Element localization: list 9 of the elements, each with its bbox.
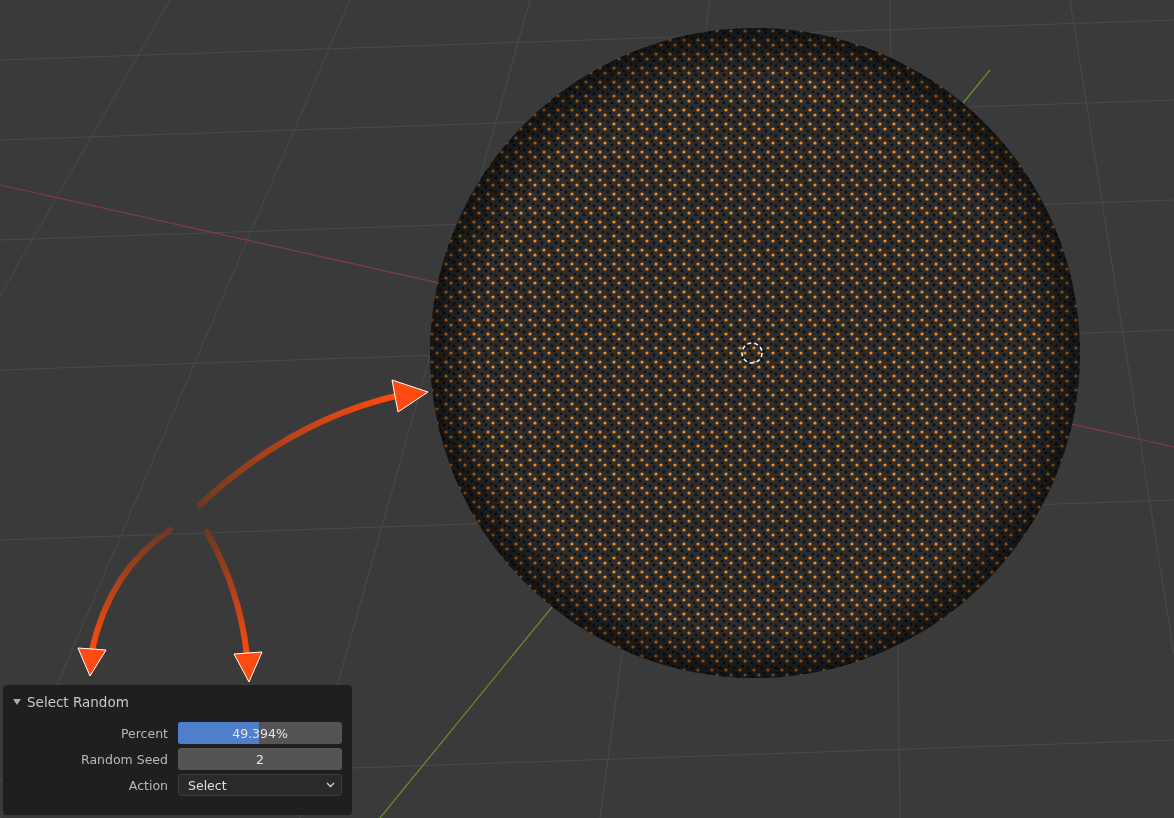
disclosure-triangle-icon[interactable] [13,698,21,706]
action-dropdown[interactable]: Select [178,774,342,796]
field-label: Percent [119,725,168,741]
object-origin-icon [741,342,763,364]
number-field[interactable]: 2 [178,748,342,770]
field-label: Random Seed [80,751,168,767]
field-label: Action [127,777,168,793]
panel-title: Select Random [27,694,129,710]
chevron-down-icon [326,782,335,788]
